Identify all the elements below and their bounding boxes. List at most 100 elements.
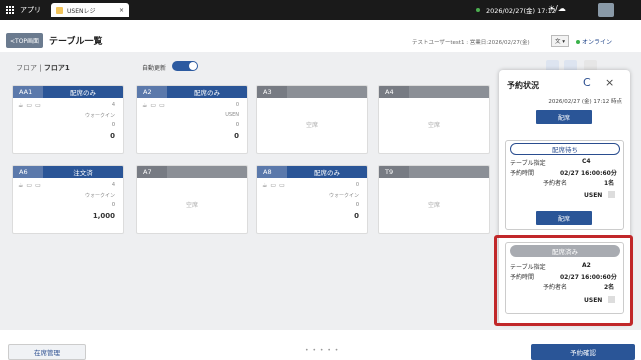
memo-icon: ▭	[35, 182, 41, 189]
bottom-bar: 在席管理 • • • • • 予約確認	[0, 330, 641, 360]
weather-icon: ☀/☁	[548, 4, 566, 13]
doc-icon: ▭	[270, 182, 277, 189]
guest-value: 0	[111, 202, 115, 208]
tab-favicon-icon	[56, 6, 63, 14]
online-status: オンライン	[576, 37, 612, 46]
amount-value: 0	[234, 132, 239, 140]
walkin-label: USEN	[225, 112, 239, 118]
drink-icon: ☕	[142, 102, 148, 109]
page-header: <TOP画面 テーブル一覧 テストユーザーtest1 : 営業日:2026/02…	[0, 30, 641, 50]
online-dot-icon	[576, 40, 580, 44]
card-header: A2 配席のみ	[137, 86, 247, 98]
table-card[interactable]: T9 空席	[378, 165, 490, 234]
table-label: テーブル指定	[510, 160, 546, 167]
app-label[interactable]: アプリ	[20, 5, 41, 15]
memo-icon: ▭	[159, 102, 165, 109]
card-body: ☕ ▭ ▭ 0 USEN 0 0	[137, 98, 247, 153]
panel-timestamp: 2026/02/27 (金) 17:12 時点	[548, 99, 622, 105]
table-value: C4	[582, 158, 591, 165]
highlight-box	[494, 235, 633, 326]
table-number: A6	[13, 166, 43, 178]
drink-icon: ☕	[18, 182, 24, 189]
card-header: A6 注文済	[13, 166, 123, 178]
card-body: ☕ ▭ ▭ 4 ウォークイン 0 1,000	[13, 178, 123, 233]
table-status: 注文済	[73, 169, 93, 177]
people-count: 4	[111, 182, 115, 188]
table-card[interactable]: A2 配席のみ ☕ ▭ ▭ 0 USEN 0 0	[136, 85, 248, 154]
panel-title: 予約状況	[507, 81, 539, 90]
refresh-icon[interactable]: C	[583, 76, 591, 89]
card-body: 空席	[137, 178, 247, 233]
app-grid-icon[interactable]	[6, 5, 15, 15]
time-label: 予約時間	[510, 170, 535, 177]
table-status	[167, 166, 247, 178]
browser-tab[interactable]: USENレジ ×	[51, 3, 129, 17]
table-icons: ☕ ▭ ▭	[262, 182, 285, 189]
card-body: 空席	[257, 98, 367, 153]
reservation-card-waiting: 配席待ち テーブル指定 C4 予約時間 02/27 16:00:60分 予約者名…	[505, 140, 624, 230]
guest-value: 0	[111, 122, 115, 128]
people-count: 4	[111, 102, 115, 108]
tab-close-icon[interactable]: ×	[119, 7, 124, 14]
memo-icon: ▭	[35, 102, 41, 109]
page-title: テーブル一覧	[49, 36, 103, 47]
page-dots[interactable]: • • • • •	[305, 347, 339, 354]
card-header: T9	[379, 166, 489, 178]
top-screen-button[interactable]: <TOP画面	[6, 32, 44, 48]
name-label: 予約者名	[543, 180, 568, 187]
user-business-info: テストユーザーtest1 : 営業日:2026/02/27(金)	[412, 40, 530, 46]
drink-icon: ☕	[18, 102, 24, 109]
seat-management-button[interactable]: 在席管理	[8, 344, 86, 360]
card-header: A8 配席のみ	[257, 166, 367, 178]
walkin-label: ウォークイン	[84, 193, 115, 199]
tab-title: USENレジ	[67, 7, 96, 15]
auto-refresh-label: 自動更新	[142, 65, 167, 72]
card-body: 空席	[379, 98, 489, 153]
floor-selector[interactable]: フロア | フロア1	[16, 63, 70, 73]
empty-label: 空席	[305, 122, 318, 129]
amount-value: 0	[110, 132, 115, 140]
doc-icon: ▭	[26, 102, 33, 109]
source-value: USEN	[584, 192, 603, 199]
time-value: 02/27 16:00:60分	[560, 170, 617, 177]
table-card[interactable]: A7 空席	[136, 165, 248, 234]
doc-icon: ▭	[150, 102, 157, 109]
empty-label: 空席	[427, 122, 440, 129]
table-number: T9	[379, 166, 409, 178]
close-icon[interactable]: ×	[605, 76, 614, 89]
card-header: AA1 配席のみ	[13, 86, 123, 98]
guest-value: 0	[355, 202, 359, 208]
table-icons: ☕ ▭ ▭	[18, 182, 41, 189]
language-selector[interactable]: 文 ▾	[551, 35, 570, 47]
floor-separator: |	[39, 64, 42, 72]
seat-button[interactable]: 配席	[536, 110, 592, 124]
amount-value: 0	[354, 212, 359, 220]
table-card[interactable]: A3 空席	[256, 85, 368, 154]
guest-value: 0	[235, 122, 239, 128]
card-header: A4	[379, 86, 489, 98]
empty-label: 空席	[427, 202, 440, 209]
reservation-check-button[interactable]: 予約確認	[531, 344, 635, 360]
table-card[interactable]: A4 空席	[378, 85, 490, 154]
table-status: 配席のみ	[194, 89, 220, 97]
auto-refresh-toggle[interactable]	[172, 61, 198, 71]
seat-button[interactable]: 配席	[536, 211, 592, 225]
card-header: A3	[257, 86, 367, 98]
table-card[interactable]: A8 配席のみ ☕ ▭ ▭ 0 ウォークイン 0 0	[256, 165, 368, 234]
table-number: A8	[257, 166, 287, 178]
table-number: A7	[137, 166, 167, 178]
connection-status-icon	[476, 8, 480, 12]
system-datetime: 2026/02/27(金) 17:12	[486, 7, 556, 15]
table-number: A4	[379, 86, 409, 98]
table-icons: ☕ ▭ ▭	[18, 102, 41, 109]
avatar[interactable]	[598, 3, 614, 17]
table-number: A2	[137, 86, 167, 98]
source-icon	[608, 191, 615, 198]
doc-icon: ▭	[26, 182, 33, 189]
table-card[interactable]: A6 注文済 ☕ ▭ ▭ 4 ウォークイン 0 1,000	[12, 165, 124, 234]
walkin-label: ウォークイン	[84, 113, 115, 119]
memo-icon: ▭	[279, 182, 285, 189]
card-body: ☕ ▭ ▭ 4 ウォークイン 0 0	[13, 98, 123, 153]
table-card[interactable]: AA1 配席のみ ☕ ▭ ▭ 4 ウォークイン 0 0	[12, 85, 124, 154]
online-label: オンライン	[582, 39, 613, 46]
